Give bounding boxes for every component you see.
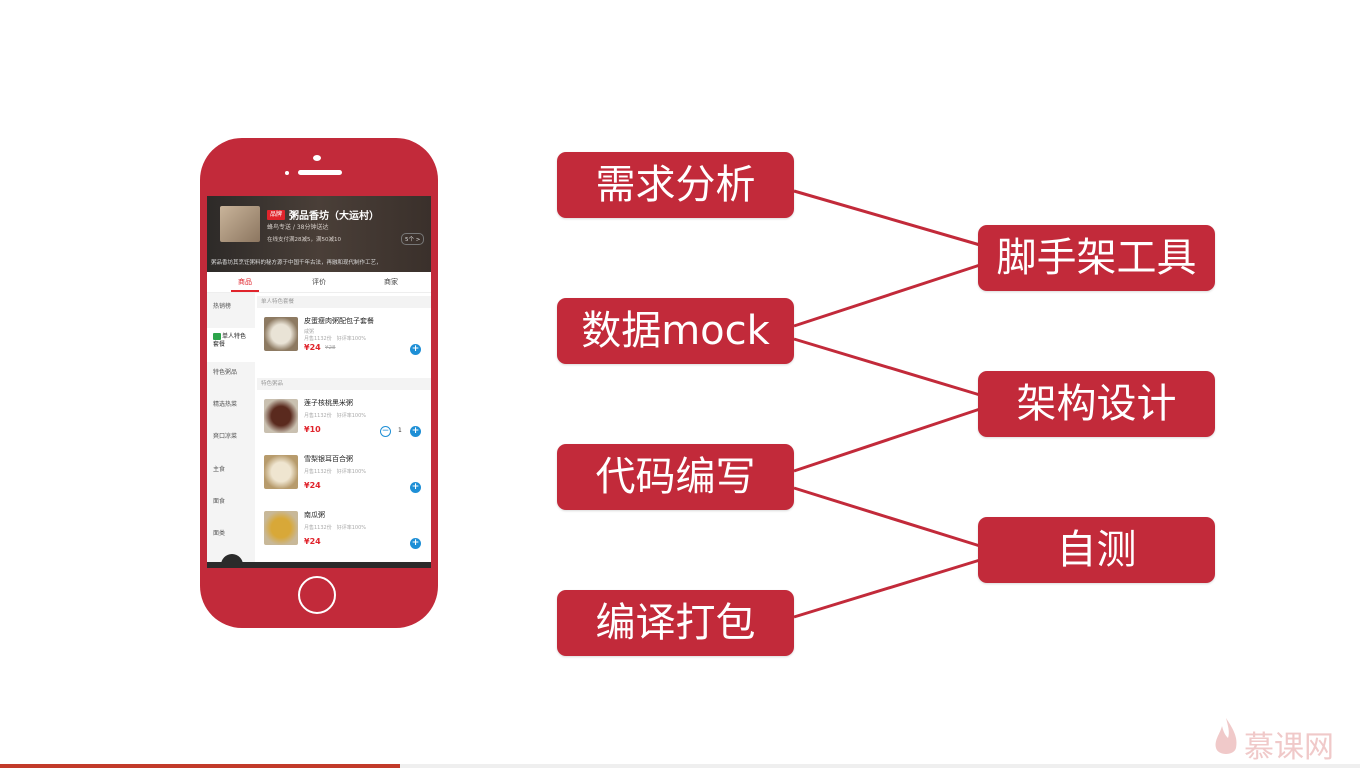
step-box-coding: 代码编写 [557,444,794,510]
outcome-box-architecture: 架构设计 [978,371,1215,437]
outcome-label: 自测 [1056,527,1137,573]
step-label: 需求分析 [595,162,756,208]
outcome-box-self-test: 自测 [978,517,1215,583]
connector-line [793,486,981,548]
connector-line [793,337,981,397]
step-label: 数据mock [581,308,770,354]
step-box-mock: 数据mock [557,298,794,364]
connector-line [793,263,981,328]
connector-line [793,189,981,247]
outcome-label: 架构设计 [1016,381,1177,427]
flame-logo-icon [1215,718,1237,754]
step-box-requirements: 需求分析 [557,152,794,218]
step-box-build: 编译打包 [557,590,794,656]
outcome-label: 脚手架工具 [996,235,1197,281]
step-label: 编译打包 [595,600,756,646]
logo-text: 慕课网 [1244,730,1334,765]
outcome-box-scaffold: 脚手架工具 [978,225,1215,291]
connector-line [793,558,981,619]
connector-line [793,407,981,473]
progress-fill [0,764,400,768]
step-label: 代码编写 [595,454,756,500]
